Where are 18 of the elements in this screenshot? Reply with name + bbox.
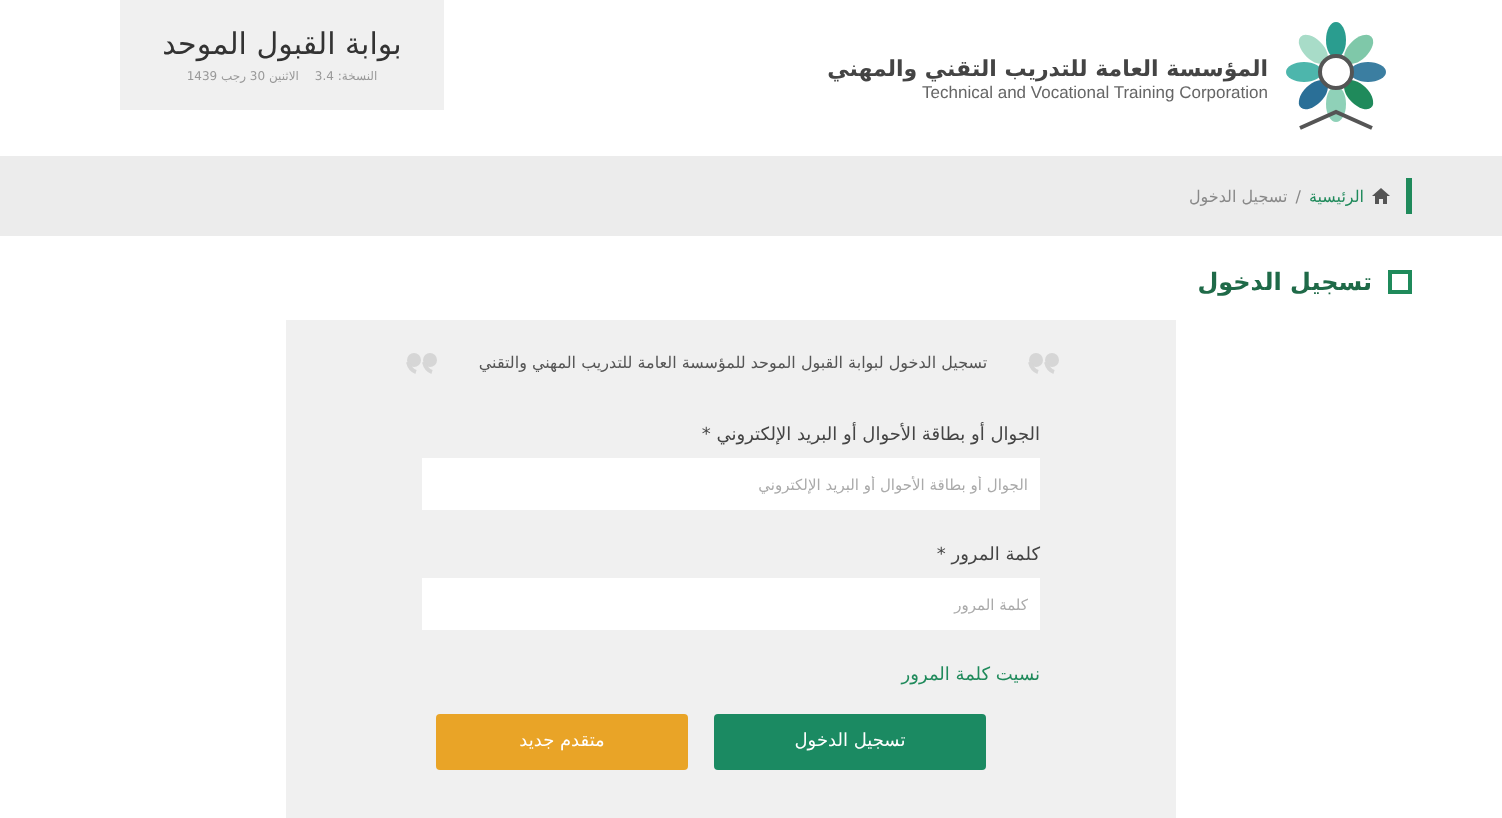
quote-icon xyxy=(1027,352,1060,374)
organization-name-english: Technical and Vocational Training Corporation xyxy=(922,81,1268,101)
register-button[interactable]: متقدم جديد xyxy=(436,714,688,770)
field-label: كلمة المرور * xyxy=(936,546,1040,566)
organization-name: المؤسسة العامة للتدريب التقني والمهني xyxy=(827,55,1268,81)
portal-title: بوابة القبول الموحد xyxy=(162,26,402,62)
home-label: الرئيسية xyxy=(1308,187,1364,205)
quote-icon xyxy=(406,352,438,374)
square-icon xyxy=(1388,270,1412,294)
home-icon xyxy=(1372,188,1390,204)
intro-text: تسجيل الدخول لبوابة القبول الموحد للمؤسسة العامة للتدريب المهني والتقني xyxy=(478,354,988,372)
home-link[interactable]: الرئيسية xyxy=(1308,187,1390,205)
page-title: تسجيل الدخول xyxy=(1197,268,1372,296)
forgot-password-link[interactable]: نسيت كلمة المرور xyxy=(901,666,1040,686)
field-label: الجوال أو بطاقة الأحوال أو البريد الإلكتروني * xyxy=(701,426,1040,446)
login-button[interactable]: تسجيل الدخول xyxy=(714,714,986,770)
breadcrumb-current: تسجيل الدخول xyxy=(1188,187,1288,205)
breadcrumb-separator: / xyxy=(1295,187,1301,205)
